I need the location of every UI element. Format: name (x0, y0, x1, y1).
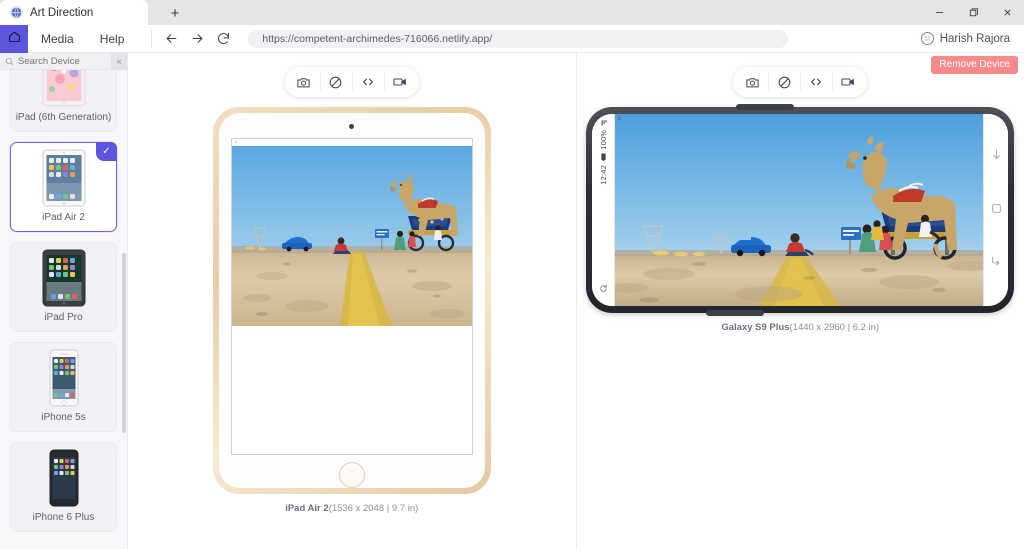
device-sidebar: « iPad (6th Generation) ✓ (0, 53, 128, 549)
device-toolbar-ipad (285, 67, 419, 97)
device-card-label: iPhone 6 Plus (33, 512, 95, 524)
block-network-icon[interactable] (768, 67, 800, 97)
device-card-iphone-6-plus[interactable]: iPhone 6 Plus (10, 442, 117, 532)
reload-button[interactable] (212, 28, 234, 50)
globe-favicon-icon (10, 6, 23, 19)
device-caption-name: Galaxy S9 Plus (721, 322, 789, 333)
device-card-label: iPad Air 2 (42, 212, 85, 224)
device-caption-galaxy: Galaxy S9 Plus(1440 x 2960 | 6.2 in) (721, 322, 879, 333)
back-nav-icon[interactable] (990, 148, 1003, 166)
device-search-row: « (0, 53, 127, 70)
device-caption-specs: (1536 x 2048 | 9.7 in) (329, 503, 419, 514)
home-icon (7, 29, 22, 49)
workspace: « iPad (6th Generation) ✓ (0, 53, 1024, 549)
device-card-label: iPad (6th Generation) (16, 112, 112, 124)
ipad-front-camera-icon (349, 124, 354, 129)
inspect-code-icon[interactable] (800, 67, 832, 97)
search-input[interactable] (18, 56, 111, 67)
recents-nav-icon[interactable] (990, 254, 1002, 272)
iphone-6-plus-thumbnail (49, 449, 79, 507)
search-icon (5, 57, 14, 66)
tab-title: Art Direction (30, 7, 93, 19)
close-button[interactable] (990, 0, 1024, 25)
selected-check-icon: ✓ (96, 142, 117, 161)
galaxy-battery-percent: 100% (599, 130, 608, 150)
galaxy-clock: 12:42 (599, 165, 608, 185)
url-bar[interactable]: https://competent-archimedes-716066.netl… (248, 30, 788, 48)
device-card-label: iPhone 5s (41, 412, 85, 424)
screenshot-camera-icon[interactable] (288, 67, 320, 97)
ipad-air-2-screen[interactable]: < (231, 138, 473, 455)
minimize-button[interactable] (922, 0, 956, 25)
record-video-icon[interactable] (384, 67, 416, 97)
app-toolbar: Media Help https://competent-archimedes-… (0, 25, 1024, 53)
device-card-label: iPad Pro (44, 312, 82, 324)
menu-item-help[interactable]: Help (87, 25, 138, 53)
device-card-ipad-6th-generation[interactable]: iPad (6th Generation) (10, 70, 117, 132)
galaxy-s9-plus-screen[interactable]: < (614, 114, 984, 306)
navigation-buttons (160, 28, 234, 50)
back-button[interactable] (160, 28, 182, 50)
device-caption-name: iPad Air 2 (285, 503, 328, 514)
desert-camel-photo (615, 114, 983, 306)
toolbar-divider (151, 30, 152, 48)
device-preview-area: Remove Device (128, 53, 1024, 549)
record-video-icon[interactable] (832, 67, 864, 97)
device-card-ipad-pro[interactable]: iPad Pro (10, 242, 117, 332)
window-controls (922, 0, 1024, 25)
sidebar-scrollbar[interactable] (122, 253, 126, 433)
desert-camel-photo (232, 146, 472, 326)
block-network-icon[interactable] (320, 67, 352, 97)
galaxy-s9-plus-device-frame: 12:42 100% (586, 107, 1014, 313)
ipad-6th-generation-thumbnail (42, 70, 86, 107)
maximize-button[interactable] (956, 0, 990, 25)
galaxy-status-bar: 12:42 100% (592, 114, 614, 306)
refresh-page-icon[interactable] (599, 280, 608, 298)
device-pane-galaxy-s9-plus: 12:42 100% (577, 53, 1024, 549)
avatar (921, 32, 934, 45)
inspect-code-icon[interactable] (352, 67, 384, 97)
device-caption-specs: (1440 x 2960 | 6.2 in) (790, 322, 880, 333)
signal-icon (599, 120, 608, 127)
home-nav-icon[interactable] (991, 201, 1002, 219)
device-toolbar-galaxy (733, 67, 867, 97)
ipad-air-2-thumbnail (42, 149, 86, 207)
battery-icon (599, 153, 608, 162)
device-pane-ipad-air-2: < (128, 53, 577, 549)
browser-tab[interactable]: Art Direction (0, 0, 148, 25)
remove-device-button[interactable]: Remove Device (931, 56, 1018, 74)
home-button[interactable] (0, 25, 28, 53)
forward-button[interactable] (186, 28, 208, 50)
menu-item-media[interactable]: Media (28, 25, 87, 53)
ipad-pro-thumbnail (42, 249, 86, 307)
browser-title-bar: Art Direction + (0, 0, 1024, 25)
device-card-iphone-5s[interactable]: iPhone 5s (10, 342, 117, 432)
sidebar-collapse-button[interactable]: « (111, 53, 127, 70)
page-scroll-marker: < (232, 139, 472, 146)
page-scroll-marker: < (617, 116, 621, 123)
galaxy-status-time-battery: 12:42 100% (599, 120, 608, 185)
screenshot-camera-icon[interactable] (736, 67, 768, 97)
new-tab-button[interactable]: + (160, 2, 190, 24)
device-list[interactable]: iPad (6th Generation) ✓ (0, 70, 127, 549)
iphone-5s-thumbnail (49, 349, 79, 407)
ipad-home-button[interactable] (339, 462, 365, 488)
user-name: Harish Rajora (940, 33, 1010, 45)
device-card-ipad-air-2[interactable]: ✓ (10, 142, 117, 232)
url-text: https://competent-archimedes-716066.netl… (262, 33, 492, 45)
device-caption-ipad: iPad Air 2(1536 x 2048 | 9.7 in) (285, 503, 418, 514)
ipad-air-2-device-frame: < (213, 107, 491, 494)
galaxy-navigation-bar (984, 114, 1008, 306)
user-account[interactable]: Harish Rajora (921, 32, 1010, 45)
